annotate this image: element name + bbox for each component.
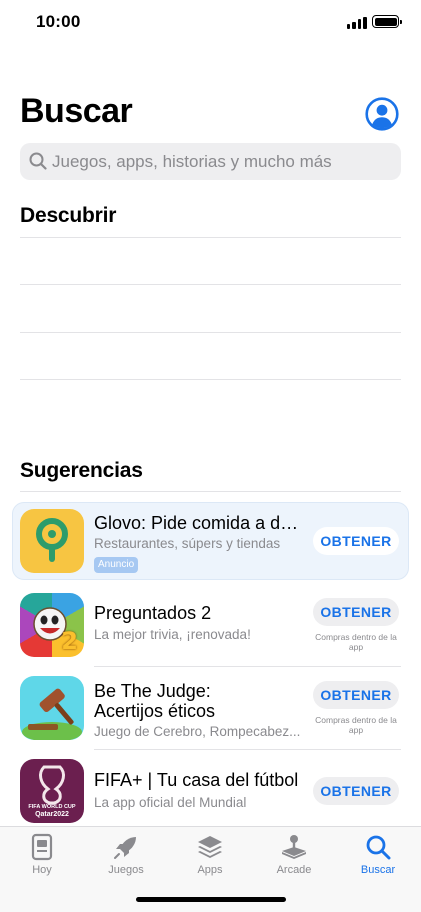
app-subtitle: La mejor trivia, ¡renovada!: [94, 627, 251, 642]
fifa-emblem-line2: Qatar2022: [35, 811, 69, 818]
joystick-icon: [282, 835, 306, 859]
get-button[interactable]: OBTENER: [313, 598, 399, 626]
tab-label: Arcade: [276, 864, 312, 876]
tab-today[interactable]: Hoy: [7, 833, 77, 883]
search-input[interactable]: [52, 143, 392, 180]
row-divider: [94, 749, 401, 750]
search-icon: [366, 835, 391, 860]
today-icon: [31, 833, 53, 861]
discover-divider: [20, 379, 401, 380]
in-app-purchases-note: Compras dentro de la app: [315, 715, 397, 735]
stack-icon: [198, 836, 222, 858]
app-icon-be-the-judge[interactable]: [20, 676, 84, 740]
tab-label: Buscar: [360, 864, 396, 876]
rocket-icon: [114, 837, 136, 859]
app-icon-fifa-plus[interactable]: FIFA WORLD CUP Qatar2022: [20, 759, 84, 823]
app-name[interactable]: FIFA+ | Tu casa del fútbol: [94, 770, 298, 790]
discover-divider: [20, 332, 401, 333]
tab-apps[interactable]: Apps: [175, 833, 245, 883]
account-button[interactable]: [365, 97, 399, 131]
status-time: 10:00: [36, 12, 81, 31]
search-icon: [29, 152, 47, 170]
page-title: Buscar: [20, 92, 133, 130]
tab-arcade[interactable]: Arcade: [259, 833, 329, 883]
app-name[interactable]: Preguntados 2: [94, 603, 211, 623]
app-icon-glovo[interactable]: [20, 509, 84, 573]
location-pin-icon: [36, 518, 68, 562]
discover-divider: [20, 237, 401, 238]
discover-title: Descubrir: [20, 204, 117, 227]
number-two: 2: [61, 627, 78, 655]
get-button[interactable]: OBTENER: [313, 777, 399, 805]
tab-search[interactable]: Buscar: [343, 833, 413, 883]
app-subtitle: Juego de Cerebro, Rompecabez...: [94, 724, 301, 739]
gavel-icon: [22, 688, 82, 740]
suggestions-divider: [20, 491, 401, 492]
app-name[interactable]: Be The Judge:: [94, 681, 211, 701]
fifa-emblem-line1: FIFA WORLD CUP: [28, 804, 76, 810]
suggestions-title: Sugerencias: [20, 459, 143, 482]
get-button[interactable]: OBTENER: [313, 527, 399, 555]
app-name[interactable]: Glovo: Pide comida a do...: [94, 513, 300, 533]
tab-label: Hoy: [32, 864, 52, 876]
tab-games[interactable]: Juegos: [91, 833, 161, 883]
home-indicator[interactable]: [136, 897, 286, 902]
app-subtitle: Restaurantes, súpers y tiendas: [94, 536, 281, 551]
row-divider: [94, 666, 401, 667]
in-app-purchases-note: Compras dentro de la app: [315, 632, 397, 652]
search-bar[interactable]: [20, 143, 401, 180]
battery-icon: [372, 15, 402, 28]
app-name[interactable]: Acertijos éticos: [94, 701, 215, 721]
status-bar: 10:00: [0, 0, 421, 48]
app-subtitle: La app oficial del Mundial: [94, 795, 247, 810]
get-button[interactable]: OBTENER: [313, 681, 399, 709]
cellular-signal-icon: [347, 16, 367, 29]
app-icon-preguntados[interactable]: 2: [20, 593, 84, 657]
tab-label: Juegos: [108, 864, 144, 876]
tab-label: Apps: [197, 864, 223, 876]
ad-badge: Anuncio: [94, 557, 139, 573]
discover-divider: [20, 284, 401, 285]
person-circle-icon: [365, 97, 399, 131]
